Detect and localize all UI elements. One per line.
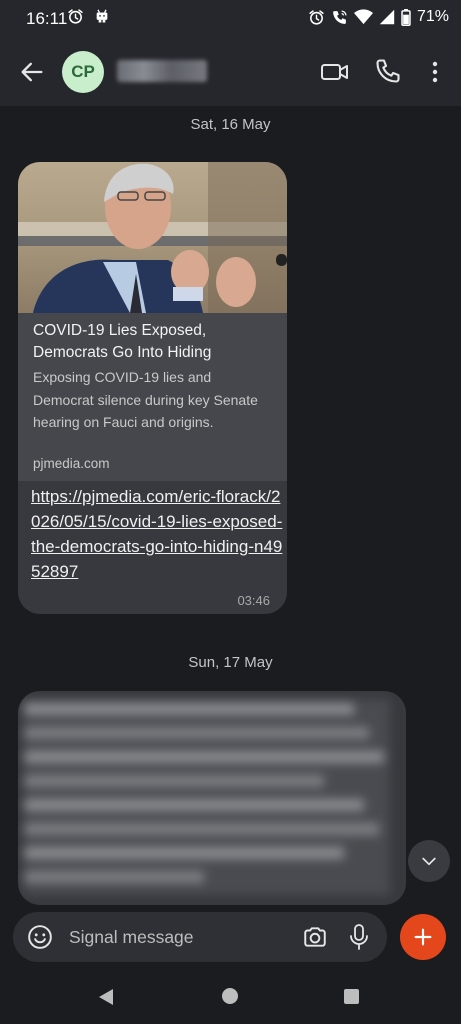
emoji-icon[interactable] — [27, 924, 53, 950]
video-call-icon[interactable] — [320, 58, 350, 86]
mic-icon[interactable] — [349, 923, 369, 951]
status-bar: 16:11 71% — [0, 0, 461, 36]
alarm-icon — [309, 9, 324, 25]
camera-icon[interactable] — [302, 924, 328, 950]
redacted-message-content — [24, 699, 390, 895]
add-attachment-button[interactable] — [400, 914, 446, 960]
link-preview-title: COVID-19 Lies Exposed, Democrats Go Into… — [33, 322, 212, 361]
phone-icon[interactable] — [374, 57, 402, 85]
contact-name-redacted[interactable] — [117, 60, 207, 82]
nav-recents-icon[interactable] — [344, 989, 359, 1004]
wifi-icon — [353, 9, 373, 25]
date-divider: Sun, 17 May — [188, 654, 273, 671]
conversation-header: CP — [0, 36, 461, 106]
alarm-icon — [68, 9, 83, 24]
link-preview-domain: pjmedia.com — [33, 456, 110, 471]
link-preview-description: Exposing COVID-19 lies and Democrat sile… — [33, 369, 258, 430]
nav-home-icon[interactable] — [222, 988, 238, 1004]
message-input[interactable] — [69, 922, 289, 952]
avatar-initials: CP — [71, 62, 95, 81]
android-notification-icon — [96, 9, 108, 23]
date-divider: Sat, 16 May — [190, 116, 271, 133]
message-bubble-link[interactable]: COVID-19 Lies Exposed, Democrats Go Into… — [18, 162, 287, 614]
plus-icon — [414, 928, 432, 946]
message-bubble-redacted[interactable] — [18, 691, 406, 905]
avatar[interactable]: CP — [62, 51, 104, 93]
battery-icon — [401, 8, 411, 26]
message-timestamp: 03:46 — [237, 593, 270, 608]
status-right-icons: 71% — [308, 8, 449, 26]
back-arrow-icon[interactable] — [18, 58, 46, 86]
status-left-icons — [67, 8, 110, 25]
signal-icon — [379, 9, 395, 25]
chevron-down-icon — [422, 857, 436, 866]
wifi-calling-icon — [333, 9, 347, 24]
link-preview-image[interactable] — [18, 162, 287, 313]
status-time: 16:11 — [26, 9, 68, 28]
battery-percentage: 71% — [416, 8, 449, 25]
message-composer — [13, 912, 387, 962]
message-link[interactable]: https://pjmedia.com/eric-florack/2026/05… — [31, 484, 283, 584]
nav-back-icon[interactable] — [97, 988, 115, 1006]
system-navigation-bar — [0, 968, 461, 1024]
scroll-to-bottom-button[interactable] — [408, 840, 450, 882]
more-vert-icon[interactable] — [424, 58, 446, 86]
